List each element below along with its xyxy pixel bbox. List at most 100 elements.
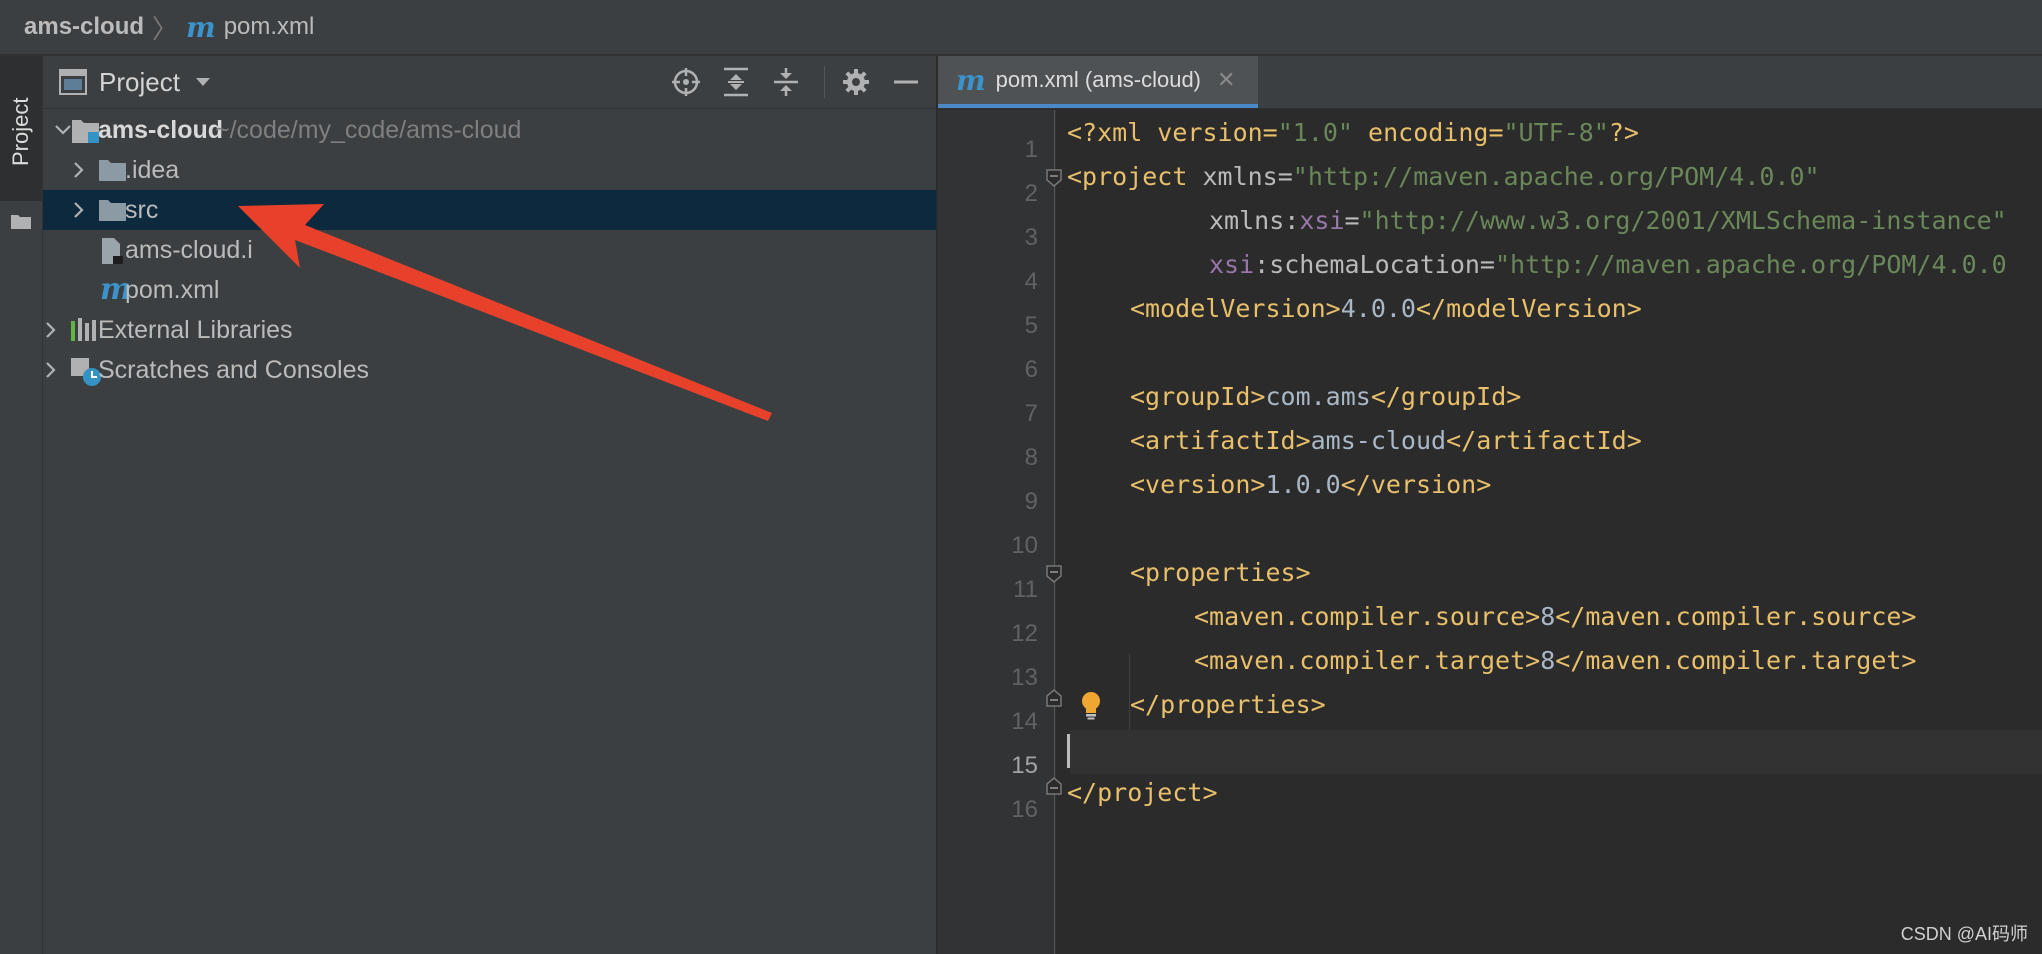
tree-row-root[interactable]: ams-cloud ~/code/my_code/ams-cloud (43, 110, 936, 150)
folder-icon (99, 200, 126, 221)
gear-icon[interactable] (840, 66, 872, 98)
code-token: <modelVersion> (1130, 294, 1341, 323)
tree-root-path: ~/code/my_code/ams-cloud (215, 116, 522, 144)
project-panel-header: Project (43, 56, 936, 109)
minimize-icon[interactable] (890, 66, 922, 98)
code-token: </groupId> (1370, 382, 1522, 411)
code-token: = (1344, 206, 1360, 235)
editor-tab-pom[interactable]: m pom.xml (ams-cloud) ✕ (938, 56, 1258, 108)
line-number: 6 (1024, 356, 1038, 383)
fold-marker-icon[interactable] (1045, 564, 1063, 584)
tree-row-pom[interactable]: m pom.xml (43, 270, 936, 310)
locate-icon[interactable] (670, 66, 702, 98)
code-token: </project> (1067, 778, 1218, 807)
code-line-12: <maven.compiler.source>8</maven.compiler… (1194, 602, 1916, 631)
code-line-16: </project> (1067, 778, 1218, 807)
lightbulb-icon[interactable] (1079, 690, 1103, 720)
close-icon[interactable]: ✕ (1217, 67, 1235, 93)
tree-root-name: ams-cloud (98, 116, 224, 144)
code-token: encoding= (1352, 118, 1504, 147)
navigation-bar: ams-cloud 〉 m pom.xml (0, 0, 2042, 56)
tree-row-src[interactable]: src (43, 190, 936, 230)
libraries-icon (71, 318, 96, 341)
current-line-highlight (1070, 730, 2042, 774)
line-number: 16 (1011, 796, 1038, 823)
line-number-gutter: 1 2 3 4 5 6 7 8 9 10 11 12 13 14 15 16 (938, 110, 1056, 954)
tree-row-idea[interactable]: .idea (43, 150, 936, 190)
fold-guide (1054, 110, 1055, 954)
breadcrumb-project[interactable]: ams-cloud (24, 13, 144, 41)
code-line-3: xmlns:xsi="http://www.w3.org/2001/XMLSch… (1209, 206, 2007, 235)
code-token: xmlns: (1209, 206, 1300, 235)
tree-item-src: src (125, 196, 159, 224)
chevron-right-icon[interactable] (41, 360, 61, 380)
maven-icon: m (956, 63, 986, 97)
code-token: </artifactId> (1446, 426, 1642, 455)
editor: m pom.xml (ams-cloud) ✕ 1 2 3 4 5 6 7 8 … (938, 56, 2042, 954)
code-token: xsi (1299, 206, 1345, 235)
code-token: "UTF-8" (1503, 118, 1609, 147)
folder-icon (99, 160, 126, 181)
fold-end-marker-icon[interactable] (1045, 688, 1063, 708)
line-number: 7 (1024, 400, 1038, 427)
text-caret (1067, 734, 1070, 768)
code-token: ams-cloud (1310, 426, 1447, 455)
code-token: <project (1067, 162, 1203, 191)
code-token: 4.0.0 (1340, 294, 1416, 323)
tree-item-pom: pom.xml (125, 276, 220, 304)
code-token: <version> (1130, 470, 1266, 499)
line-number: 12 (1011, 620, 1038, 647)
module-icon (72, 120, 99, 143)
breadcrumb-file[interactable]: pom.xml (224, 13, 315, 41)
line-number: 14 (1011, 708, 1038, 735)
tree-row-iml[interactable]: ams-cloud.i (43, 230, 936, 270)
tree-item-external-libraries: External Libraries (98, 316, 293, 344)
code-line-13: <maven.compiler.target>8</maven.compiler… (1194, 646, 1916, 675)
maven-icon: m (186, 10, 216, 44)
code-line-9: <version>1.0.0</version> (1130, 470, 1491, 499)
code-token: "1.0" (1277, 118, 1353, 147)
code-line-5: <modelVersion>4.0.0</modelVersion> (1130, 294, 1642, 323)
chevron-right-icon[interactable] (69, 200, 89, 220)
project-view-icon (59, 69, 87, 95)
line-number: 4 (1024, 268, 1038, 295)
code-token: </maven.compiler.target> (1555, 646, 1917, 675)
line-number: 11 (1013, 576, 1038, 603)
code-token: </modelVersion> (1415, 294, 1642, 323)
toolbar-divider (824, 66, 825, 98)
project-panel-title: Project (99, 66, 180, 97)
tree-row-scratches[interactable]: Scratches and Consoles (43, 350, 936, 390)
code-token: ?> (1608, 118, 1639, 147)
tree-item-iml: ams-cloud.i (125, 236, 253, 264)
code-token: 1.0.0 (1265, 470, 1341, 499)
code-token: </maven.compiler.source> (1555, 602, 1917, 631)
project-tool-tab[interactable]: Project (0, 56, 42, 229)
code-line-8: <artifactId>ams-cloud</artifactId> (1130, 426, 1642, 455)
code-line-2: <project xmlns="http://maven.apache.org/… (1067, 162, 1820, 191)
tree-row-external-libraries[interactable]: External Libraries (43, 310, 936, 350)
code-token: 8 (1540, 602, 1556, 631)
code-token: xsi (1209, 250, 1255, 279)
fold-marker-icon[interactable] (1045, 168, 1063, 188)
code-token: com.ams (1265, 382, 1371, 411)
chevron-down-icon[interactable] (53, 120, 73, 140)
code-line-4: xsi:schemaLocation="http://maven.apache.… (1209, 250, 2007, 279)
expand-all-icon[interactable] (720, 66, 752, 98)
chevron-right-icon[interactable] (41, 320, 61, 340)
line-number: 3 (1024, 224, 1038, 251)
project-view-selector[interactable]: Project (59, 67, 212, 98)
collapse-all-icon[interactable] (770, 66, 802, 98)
editor-tab-label: pom.xml (ams-cloud) (995, 67, 1202, 92)
tree-item-idea: .idea (125, 156, 180, 184)
editor-tab-bar: m pom.xml (ams-cloud) ✕ (938, 56, 2042, 109)
watermark: CSDN @AI码师 (1900, 924, 2028, 944)
tree-item-scratches: Scratches and Consoles (98, 356, 369, 384)
code-token: "http://maven.apache.org/POM/4.0.0" (1292, 162, 1820, 191)
breadcrumb-separator: 〉 (152, 13, 179, 44)
chevron-right-icon[interactable] (69, 160, 89, 180)
code-token: <groupId> (1130, 382, 1266, 411)
line-number: 8 (1024, 444, 1038, 471)
code-token: <?xml version= (1067, 118, 1278, 147)
code-token: :schemaLocation= (1254, 250, 1495, 279)
fold-end-marker-icon[interactable] (1045, 776, 1063, 796)
